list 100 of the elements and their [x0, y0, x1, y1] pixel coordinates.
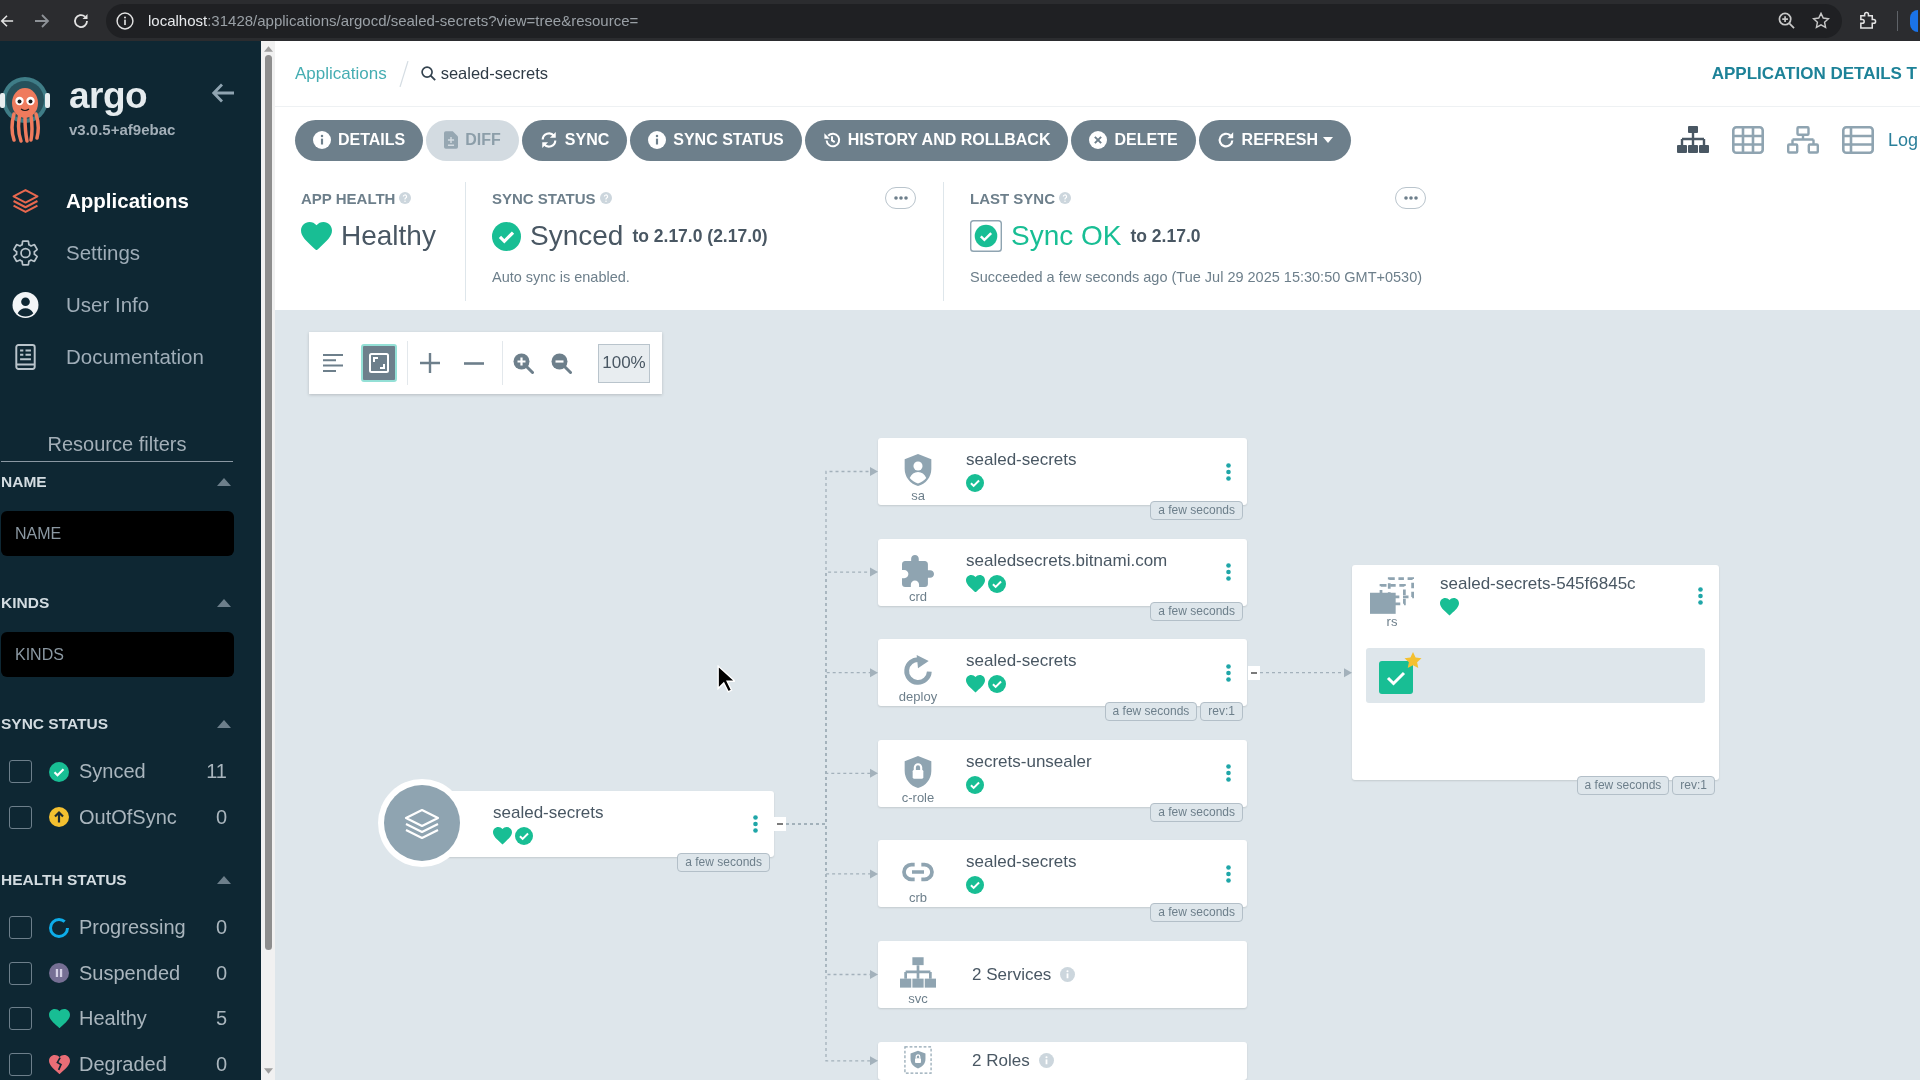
puzzle-icon[interactable] [1858, 11, 1877, 30]
history-rollback-button[interactable]: HISTORY AND ROLLBACK [804, 119, 1069, 161]
count-label: 0 [215, 916, 227, 940]
resource-node[interactable]: c-role secrets-unsealer [878, 739, 1247, 807]
caret-up-icon[interactable] [217, 720, 231, 728]
refresh-button[interactable]: REFRESH [1198, 119, 1352, 161]
search-icon [420, 66, 436, 81]
last-sync-value: Sync OK [1011, 220, 1122, 252]
logs-link[interactable]: Log [1887, 129, 1918, 151]
checkbox[interactable] [9, 1007, 32, 1031]
user-icon [12, 292, 39, 318]
resource-node[interactable]: deploy sealed-secrets [878, 639, 1247, 707]
kebab-menu-icon[interactable] [1226, 462, 1231, 481]
resource-node[interactable]: crd sealedsecrets.bitnami.com [878, 538, 1247, 606]
kebab-menu-icon[interactable] [1226, 864, 1231, 883]
file-icon [444, 131, 459, 149]
address-bar[interactable]: localhost:31428/applications/argocd/sealed-secrets?view=tree&resource= [106, 3, 1842, 38]
network-icon[interactable] [1786, 126, 1819, 154]
info-icon[interactable] [116, 11, 134, 30]
sitemap-icon[interactable] [1676, 126, 1709, 154]
more-button[interactable] [885, 187, 916, 209]
kebab-menu-icon[interactable] [1698, 587, 1703, 606]
resource-node[interactable]: sa sealed-secrets [878, 438, 1247, 505]
filter-input[interactable]: NAME [1, 511, 234, 556]
star-icon[interactable] [1812, 12, 1830, 29]
stacked-squares-icon [1370, 577, 1414, 615]
checkbox[interactable] [9, 805, 32, 829]
refresh-icon [1216, 131, 1235, 149]
scrollbar[interactable] [261, 41, 275, 1080]
dashed-lock-icon [904, 1045, 932, 1074]
shield-user-icon [902, 454, 934, 486]
filter-input[interactable]: KINDS [1, 632, 234, 677]
collapse-icon[interactable] [1248, 665, 1260, 680]
section-label: SYNC STATUS [492, 189, 596, 207]
nav-item[interactable]: Settings [1, 227, 261, 279]
rotate-arrow-icon [902, 655, 934, 688]
close-circle-icon [1089, 131, 1108, 149]
resource-group-node[interactable]: svc 2 Services [878, 941, 1247, 1008]
kebab-menu-icon[interactable] [753, 815, 758, 833]
octopus-logo-icon [0, 76, 50, 143]
checkbox[interactable] [9, 916, 32, 940]
resource-node[interactable]: crb sealed-secrets [878, 840, 1247, 908]
details-button[interactable]: DETAILS [295, 119, 424, 161]
list-icon[interactable] [1841, 126, 1874, 154]
group-label: 2 Services [972, 964, 1052, 985]
plus-icon[interactable] [420, 353, 440, 373]
kebab-menu-icon[interactable] [1226, 764, 1231, 783]
url-text[interactable]: localhost:31428/applications/argocd/sealed-secrets?view=tree&resource= [148, 12, 639, 29]
zoom-in-icon[interactable] [1778, 12, 1795, 29]
version-label: v3.0.5+af9ebac [69, 120, 176, 140]
slash-separator-icon [398, 60, 409, 87]
filter-heading: NAME [1, 473, 47, 491]
caret-up-icon[interactable] [217, 599, 231, 607]
nav-item[interactable]: Documentation [1, 331, 261, 383]
sync-button[interactable]: SYNC [521, 119, 628, 161]
checkbox[interactable] [9, 1052, 32, 1076]
kind-label: rs [1386, 614, 1398, 630]
checkbox[interactable] [9, 961, 32, 985]
gear-icon [12, 240, 39, 266]
caret-up-icon[interactable] [217, 876, 231, 884]
profile-avatar-icon[interactable] [1910, 9, 1918, 32]
info-icon [313, 131, 331, 149]
pod-check-icon[interactable] [1379, 661, 1413, 695]
fit-view-button[interactable] [361, 344, 397, 382]
reload-icon[interactable] [73, 12, 89, 29]
sync-status-button[interactable]: SYNC STATUS [630, 119, 802, 161]
nav-item[interactable]: Applications [1, 175, 261, 227]
book-icon [12, 344, 39, 370]
zoom-out-icon[interactable] [551, 352, 572, 374]
history-icon [822, 131, 841, 149]
last-sync-note: Succeeded a few seconds ago (Tue Jul 29 2025 15:30:50 GMT+0530) [970, 268, 1424, 286]
scroll-down-arrow-icon[interactable] [263, 1068, 273, 1074]
filter-heading: KINDS [1, 594, 50, 612]
filter-option-label: Synced [79, 760, 146, 784]
forward-arrow-icon[interactable] [34, 12, 50, 29]
puzzle-icon [902, 554, 934, 587]
scroll-up-arrow-icon[interactable] [263, 46, 273, 52]
back-arrow-icon[interactable] [0, 12, 14, 29]
ellipsis-icon [893, 196, 908, 200]
delete-button[interactable]: DELETE [1071, 119, 1196, 161]
more-button[interactable] [1395, 187, 1426, 209]
checkbox[interactable] [9, 760, 32, 784]
resource-node[interactable]: rs sealed-secrets-545f6845c [1352, 565, 1719, 781]
grid-icon[interactable] [1731, 126, 1764, 154]
minus-icon[interactable] [464, 361, 484, 365]
collapse-icon[interactable] [774, 817, 786, 831]
scrollbar-thumb[interactable] [264, 55, 272, 950]
age-label: a few seconds [1150, 903, 1243, 923]
kebab-menu-icon[interactable] [1226, 563, 1231, 582]
nav-item[interactable]: User Info [1, 279, 261, 331]
zoom-level-field[interactable]: 100% [598, 343, 650, 383]
kebab-menu-icon[interactable] [1226, 663, 1231, 682]
group-label: 2 Roles [972, 1050, 1030, 1071]
heart-icon [48, 1009, 70, 1029]
arrow-left-icon[interactable] [212, 83, 234, 103]
filter-option-label: Healthy [79, 1007, 147, 1031]
filter-option-label: OutOfSync [79, 805, 177, 829]
caret-up-icon[interactable] [217, 478, 231, 486]
resource-group-node[interactable]: 2 Roles [878, 1041, 1247, 1080]
node-name: sealed-secrets [966, 852, 1078, 872]
